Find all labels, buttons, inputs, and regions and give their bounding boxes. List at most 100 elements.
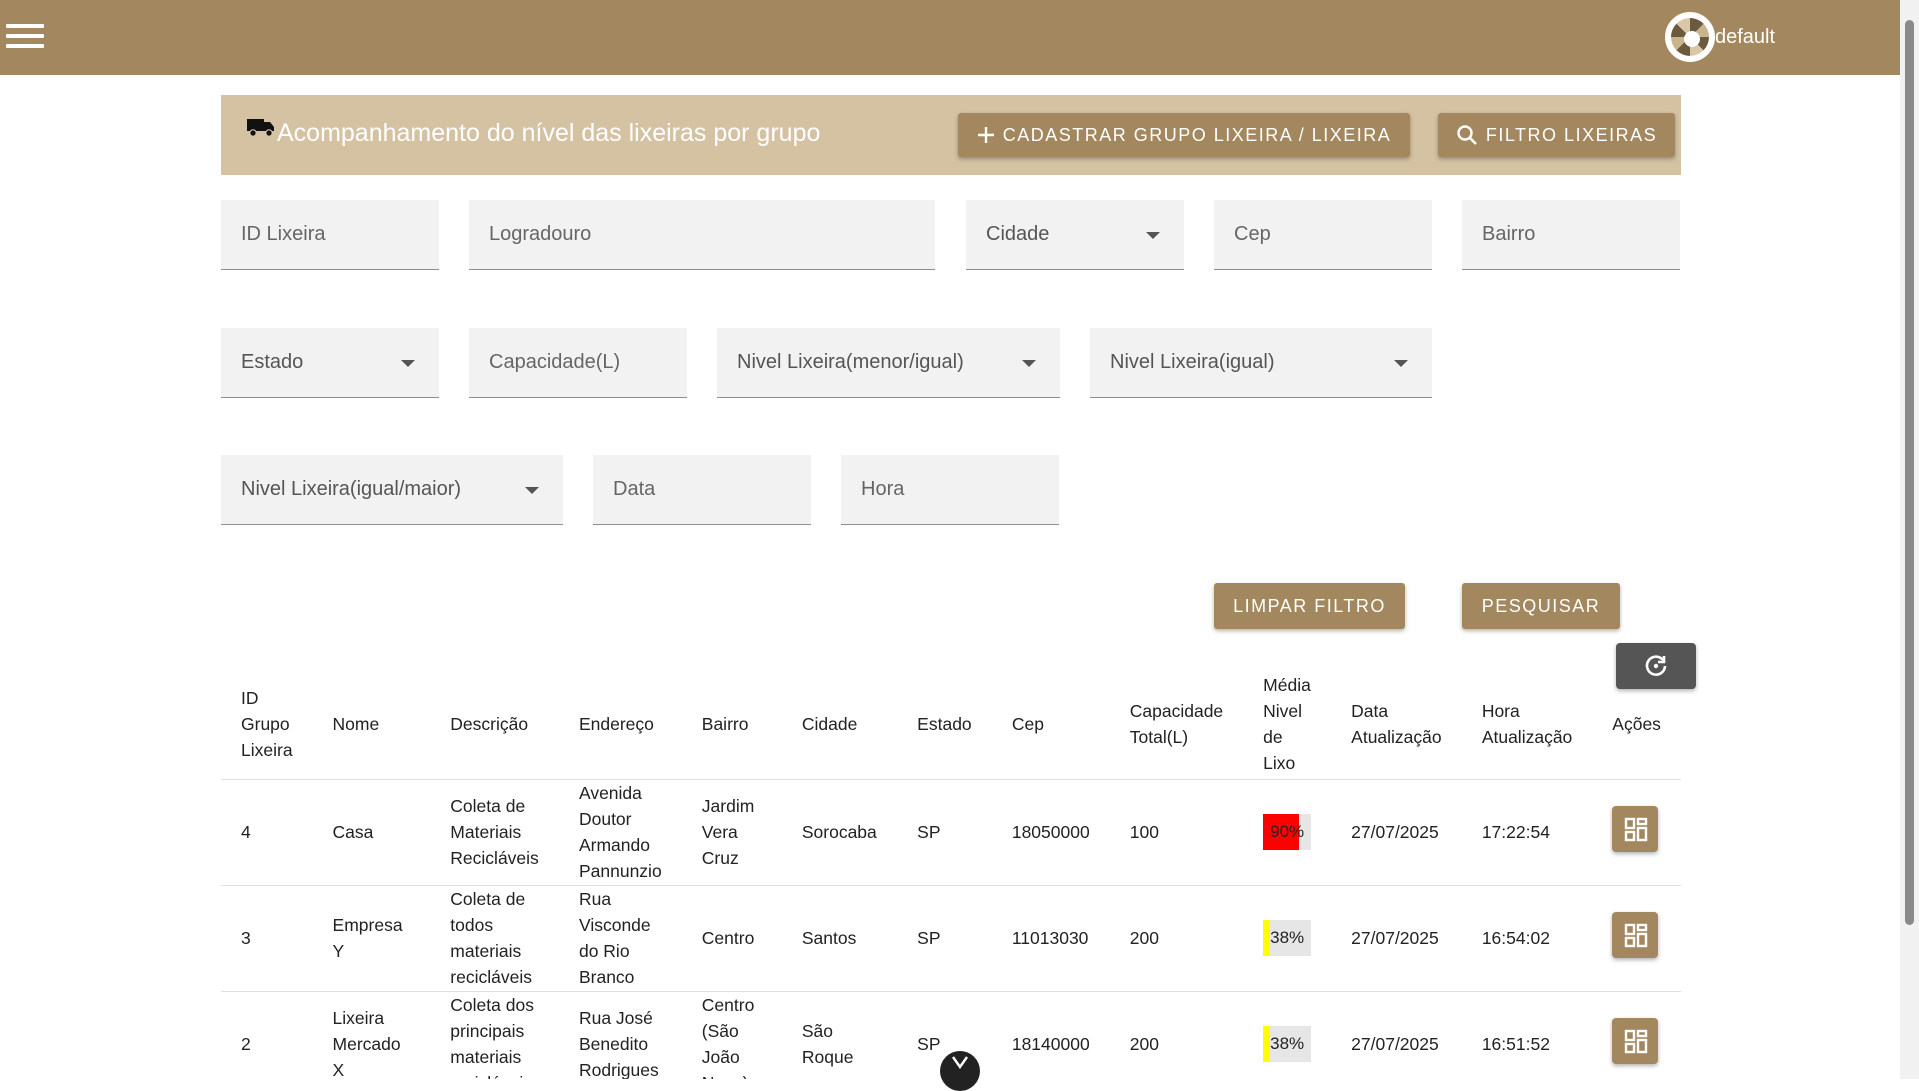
scroll-thumb[interactable]: [1905, 20, 1914, 925]
id-lixeira-field[interactable]: [221, 200, 439, 270]
caret-down-icon: [1394, 360, 1408, 367]
level-text: 90%: [1270, 822, 1305, 841]
level-bar: 38%: [1263, 920, 1312, 956]
cell-acoes: [1592, 779, 1681, 886]
cell-descricao: Coleta de todos materiais recicláveis: [430, 885, 559, 992]
cep-field[interactable]: [1214, 200, 1432, 270]
nivel-maior-select[interactable]: Nivel Lixeira(igual/maior): [221, 455, 563, 525]
dashboard-icon: [1625, 923, 1648, 947]
add-group-button[interactable]: CADASTRAR GRUPO LIXEIRA / LIXEIRA: [958, 113, 1410, 157]
page-title-text: Acompanhamento do nível das lixeiras por…: [277, 119, 821, 147]
details-button[interactable]: [1612, 1017, 1659, 1064]
cell-capacidade: 200: [1109, 885, 1244, 992]
caret-down-icon: [1022, 360, 1036, 367]
cell-descricao: Coleta de Materiais Recicláveis: [430, 779, 559, 886]
clear-filter-label: LIMPAR FILTRO: [1233, 595, 1386, 616]
cell-nome: Lixeira Mercado X: [312, 991, 431, 1079]
col-id: ID Grupo Lixeira: [221, 670, 313, 780]
cell-data: 27/07/2025: [1331, 991, 1462, 1079]
dashboard-icon: [1625, 817, 1648, 841]
logradouro-input[interactable]: [469, 200, 935, 269]
cidade-label: Cidade: [986, 223, 1050, 245]
hora-input[interactable]: [841, 455, 1059, 524]
col-bairro: Bairro: [681, 670, 782, 780]
data-input[interactable]: [593, 455, 811, 524]
nivel-igual-select[interactable]: Nivel Lixeira(igual): [1090, 328, 1432, 398]
col-media-nivel: Média Nivel de Lixo: [1243, 670, 1332, 780]
caret-down-icon: [401, 360, 415, 367]
cell-cidade: Sorocaba: [781, 779, 898, 886]
dashboard-icon: [1625, 1029, 1648, 1053]
cep-input[interactable]: [1214, 200, 1432, 269]
level-bar: 38%: [1263, 1026, 1312, 1062]
cell-id: 4: [221, 779, 313, 886]
cell-endereco: Rua José Benedito Rodrigues: [558, 991, 682, 1079]
logradouro-field[interactable]: [469, 200, 935, 270]
cell-bairro: Centro: [681, 885, 782, 992]
groups-table: ID Grupo Lixeira Nome Descrição Endereço…: [221, 670, 1681, 1079]
search-button[interactable]: PESQUISAR: [1462, 583, 1620, 629]
details-button[interactable]: [1612, 911, 1659, 958]
cell-data: 27/07/2025: [1331, 885, 1462, 992]
cell-hora: 16:54:02: [1461, 885, 1593, 992]
cell-cep: 18050000: [991, 779, 1110, 886]
cell-nivel: 38%: [1243, 991, 1332, 1079]
cell-nivel: 38%: [1243, 885, 1332, 992]
truck-icon: [247, 118, 274, 137]
scroll-down-button[interactable]: [940, 1051, 980, 1091]
cell-cep: 18140000: [991, 991, 1110, 1079]
cidade-select[interactable]: Cidade: [966, 200, 1184, 270]
groups-table-container: ID Grupo Lixeira Nome Descrição Endereço…: [221, 670, 1681, 1079]
chevron-down-icon: [952, 1056, 968, 1069]
cell-capacidade: 100: [1109, 779, 1244, 886]
vertical-scrollbar[interactable]: [1900, 0, 1919, 1079]
capacidade-input[interactable]: [469, 328, 687, 397]
menu-icon[interactable]: [6, 24, 44, 52]
cell-nome: Empresa Y: [312, 885, 431, 992]
details-button[interactable]: [1612, 805, 1659, 852]
estado-label: Estado: [241, 351, 304, 373]
col-endereco: Endereço: [558, 670, 682, 780]
avatar: [1665, 12, 1715, 62]
cell-nivel: 90%: [1243, 779, 1332, 886]
col-nome: Nome: [312, 670, 431, 780]
nivel-maior-label: Nivel Lixeira(igual/maior): [241, 478, 462, 500]
col-cep: Cep: [991, 670, 1110, 780]
bairro-field[interactable]: [1462, 200, 1680, 270]
id-lixeira-input[interactable]: [221, 200, 439, 269]
search-icon: [1457, 125, 1477, 145]
col-acoes: Ações: [1592, 670, 1681, 780]
col-capacidade: Capacidade Total(L): [1109, 670, 1244, 780]
table-header-row: ID Grupo Lixeira Nome Descrição Endereço…: [221, 670, 1681, 780]
user-name: default: [1715, 25, 1776, 48]
level-bar: 90%: [1263, 814, 1312, 850]
user-menu[interactable]: default: [1665, 12, 1775, 62]
cell-cidade: São Roque: [781, 991, 898, 1079]
page-header-card: Acompanhamento do nível das lixeiras por…: [221, 95, 1681, 175]
cell-data: 27/07/2025: [1331, 779, 1462, 886]
top-app-bar: default: [0, 0, 1900, 75]
add-group-label: CADASTRAR GRUPO LIXEIRA / LIXEIRA: [1002, 124, 1392, 145]
clear-filter-button[interactable]: LIMPAR FILTRO: [1214, 583, 1405, 629]
cell-acoes: [1592, 991, 1681, 1079]
col-descricao: Descrição: [430, 670, 559, 780]
cell-hora: 17:22:54: [1461, 779, 1593, 886]
cell-hora: 16:51:52: [1461, 991, 1593, 1079]
cell-endereco: Avenida Doutor Armando Pannunzio: [558, 779, 682, 886]
cell-descricao: Coleta dos principais materiais recicláv…: [430, 991, 559, 1079]
nivel-menor-select[interactable]: Nivel Lixeira(menor/igual): [717, 328, 1060, 398]
bairro-input[interactable]: [1462, 200, 1680, 269]
cell-capacidade: 200: [1109, 991, 1244, 1079]
col-cidade: Cidade: [781, 670, 898, 780]
level-text: 38%: [1270, 1034, 1305, 1053]
filter-bins-button[interactable]: FILTRO LIXEIRAS: [1438, 113, 1675, 157]
cell-cidade: Santos: [781, 885, 898, 992]
estado-select[interactable]: Estado: [221, 328, 439, 398]
col-estado: Estado: [897, 670, 992, 780]
capacidade-field[interactable]: [469, 328, 687, 398]
cell-id: 3: [221, 885, 313, 992]
plus-icon: [977, 127, 994, 143]
data-field[interactable]: [593, 455, 811, 525]
hora-field[interactable]: [841, 455, 1059, 525]
cell-id: 2: [221, 991, 313, 1079]
